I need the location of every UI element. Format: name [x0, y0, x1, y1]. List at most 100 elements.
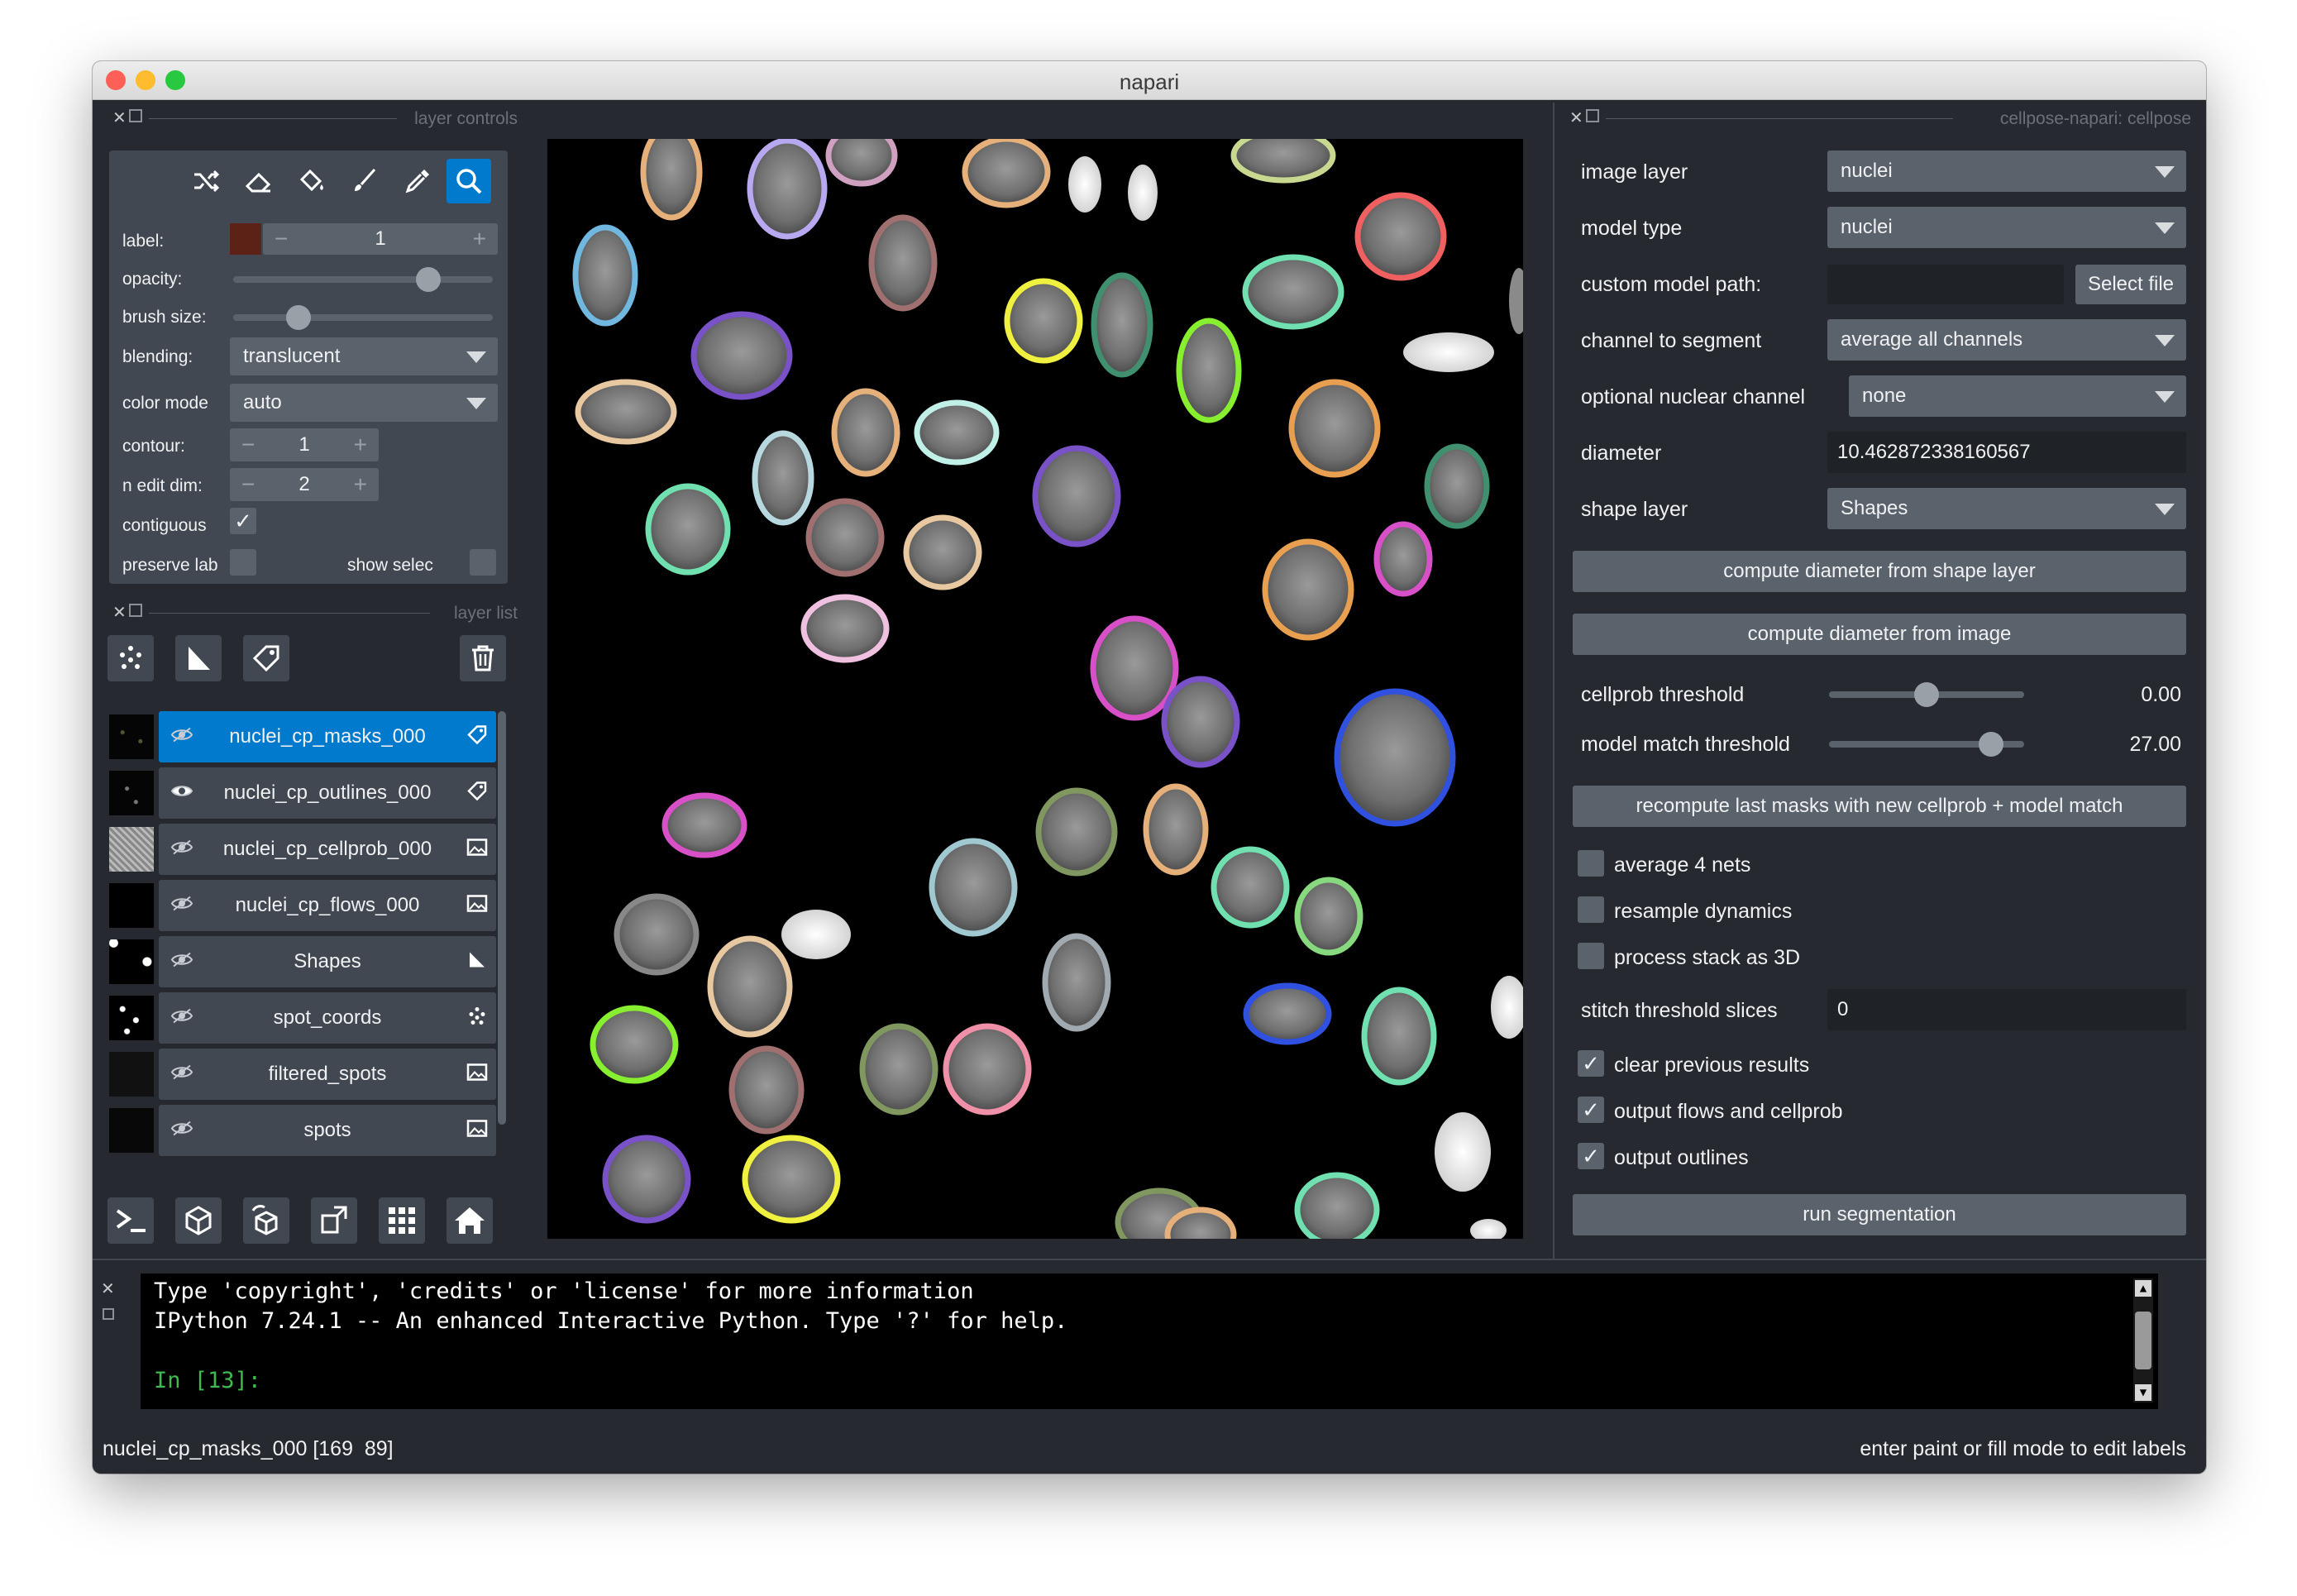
float-console-icon[interactable]: [103, 1308, 114, 1320]
toggle-ndisplay-button[interactable]: [175, 1197, 222, 1244]
layer-item[interactable]: Shapes: [159, 936, 496, 987]
clear-previous-results-checkbox[interactable]: ✓: [1578, 1050, 1604, 1077]
console-scrollbar[interactable]: ▲ ▼: [2133, 1278, 2153, 1402]
blending-dropdown[interactable]: translucent: [230, 337, 498, 375]
float-dock-icon[interactable]: [129, 109, 142, 122]
layer-item[interactable]: nuclei_cp_outlines_000: [159, 767, 496, 819]
custom-model-path-field[interactable]: [1827, 265, 2064, 304]
image-layer-dropdown[interactable]: nuclei: [1827, 151, 2186, 192]
stitch-threshold-field[interactable]: 0: [1827, 989, 2186, 1030]
increment-icon[interactable]: +: [473, 226, 486, 252]
title-bar: napari: [93, 61, 2206, 100]
new-points-layer-button[interactable]: [107, 635, 154, 681]
image-icon: [466, 1118, 488, 1144]
resample-dynamics-checkbox[interactable]: [1578, 896, 1604, 923]
zoom-icon[interactable]: [447, 159, 491, 203]
channel-to-segment-dropdown[interactable]: average all channels: [1827, 319, 2186, 361]
layer-list-scrollbar[interactable]: [498, 711, 506, 1125]
compute-diameter-shape-button[interactable]: compute diameter from shape layer: [1573, 551, 2186, 592]
layer-item[interactable]: spots: [159, 1105, 496, 1156]
reset-view-button[interactable]: [447, 1197, 493, 1244]
close-console-icon[interactable]: ✕: [101, 1278, 115, 1299]
layer-row[interactable]: nuclei_cp_outlines_000: [109, 767, 496, 819]
custom-model-path-label: custom model path:: [1581, 273, 1762, 296]
output-outlines-checkbox[interactable]: ✓: [1578, 1143, 1604, 1169]
run-segmentation-button[interactable]: run segmentation: [1573, 1194, 2186, 1235]
roll-dims-button[interactable]: [243, 1197, 289, 1244]
image-canvas[interactable]: [547, 139, 1523, 1239]
eye-icon[interactable]: [170, 952, 193, 972]
dock-splitter[interactable]: [1553, 103, 1554, 1260]
label-color-swatch[interactable]: [230, 223, 261, 255]
layer-item[interactable]: filtered_spots: [159, 1049, 496, 1100]
recompute-masks-button[interactable]: recompute last masks with new cellprob +…: [1573, 786, 2186, 827]
shuffle-icon[interactable]: [184, 159, 228, 203]
layer-row[interactable]: nuclei_cp_cellprob_000: [109, 824, 496, 875]
label-spinbox[interactable]: − 1 +: [263, 223, 498, 255]
color-mode-dropdown[interactable]: auto: [230, 384, 498, 422]
shape-layer-dropdown[interactable]: Shapes: [1827, 488, 2186, 529]
opacity-slider-handle[interactable]: [415, 267, 441, 292]
eye-icon[interactable]: [170, 783, 193, 804]
brush-size-slider[interactable]: [233, 314, 493, 321]
ipython-console[interactable]: Type 'copyright', 'credits' or 'license'…: [141, 1273, 2158, 1409]
fill-bucket-icon[interactable]: [289, 159, 334, 203]
eye-icon[interactable]: [170, 839, 193, 860]
console-scroll-thumb[interactable]: [2135, 1312, 2151, 1369]
eyedropper-icon[interactable]: [395, 159, 440, 203]
new-shapes-layer-button[interactable]: [175, 635, 222, 681]
layer-row[interactable]: nuclei_cp_masks_000: [109, 711, 496, 762]
toggle-console-button[interactable]: [107, 1197, 154, 1244]
close-dock-icon[interactable]: ✕: [112, 108, 127, 128]
float-dock-icon[interactable]: [1586, 109, 1599, 122]
nuclear-channel-dropdown[interactable]: none: [1849, 375, 2186, 417]
layer-row[interactable]: spot_coords: [109, 992, 496, 1044]
transpose-dims-button[interactable]: [311, 1197, 357, 1244]
toggle-grid-button[interactable]: [379, 1197, 425, 1244]
scroll-down-icon[interactable]: ▼: [2135, 1384, 2151, 1401]
process-stack-3d-checkbox[interactable]: [1578, 943, 1604, 969]
average-4-nets-checkbox[interactable]: [1578, 850, 1604, 877]
eye-icon[interactable]: [170, 1121, 193, 1141]
output-flows-checkbox[interactable]: ✓: [1578, 1097, 1604, 1123]
n-edit-dim-spinbox[interactable]: − 2 +: [230, 468, 379, 501]
delete-layer-button[interactable]: [460, 635, 506, 681]
model-type-dropdown[interactable]: nuclei: [1827, 207, 2186, 248]
preserve-labels-checkbox[interactable]: [230, 549, 256, 576]
layer-row[interactable]: nuclei_cp_flows_000: [109, 880, 496, 931]
layer-row[interactable]: spots: [109, 1105, 496, 1156]
eye-icon[interactable]: [170, 1008, 193, 1029]
eye-icon[interactable]: [170, 896, 193, 916]
brush-size-slider-handle[interactable]: [285, 305, 311, 330]
opacity-slider[interactable]: [233, 276, 493, 283]
eye-icon[interactable]: [170, 1064, 193, 1085]
increment-icon[interactable]: +: [354, 432, 367, 458]
eye-icon[interactable]: [170, 727, 193, 748]
layer-item[interactable]: nuclei_cp_cellprob_000: [159, 824, 496, 875]
cellprob-threshold-handle[interactable]: [1914, 682, 1939, 707]
eraser-icon[interactable]: [236, 159, 281, 203]
close-dock-icon[interactable]: ✕: [1569, 108, 1583, 128]
compute-diameter-image-button[interactable]: compute diameter from image: [1573, 614, 2186, 655]
diameter-field[interactable]: 10.462872338160567: [1827, 432, 2186, 473]
float-dock-icon[interactable]: [129, 604, 142, 617]
layer-row[interactable]: Shapes: [109, 936, 496, 987]
contour-spinbox[interactable]: − 1 +: [230, 428, 379, 461]
increment-icon[interactable]: +: [354, 471, 367, 498]
layer-item[interactable]: nuclei_cp_masks_000: [159, 711, 496, 762]
layer-item[interactable]: nuclei_cp_flows_000: [159, 880, 496, 931]
label-tag-icon: [466, 781, 488, 806]
console-splitter[interactable]: [93, 1259, 2206, 1260]
layer-item[interactable]: spot_coords: [159, 992, 496, 1044]
scroll-up-icon[interactable]: ▲: [2135, 1280, 2151, 1297]
new-labels-layer-button[interactable]: [243, 635, 289, 681]
model-match-threshold-handle[interactable]: [1978, 732, 2003, 757]
layer-thumbnail: [109, 1108, 154, 1153]
select-file-button[interactable]: Select file: [2075, 265, 2186, 304]
show-selected-checkbox[interactable]: [470, 549, 496, 576]
layer-row[interactable]: filtered_spots: [109, 1049, 496, 1100]
paintbrush-icon[interactable]: [342, 159, 387, 203]
close-dock-icon[interactable]: ✕: [112, 602, 127, 623]
contiguous-label: contiguous: [122, 516, 207, 535]
contiguous-checkbox[interactable]: ✓: [230, 508, 256, 534]
